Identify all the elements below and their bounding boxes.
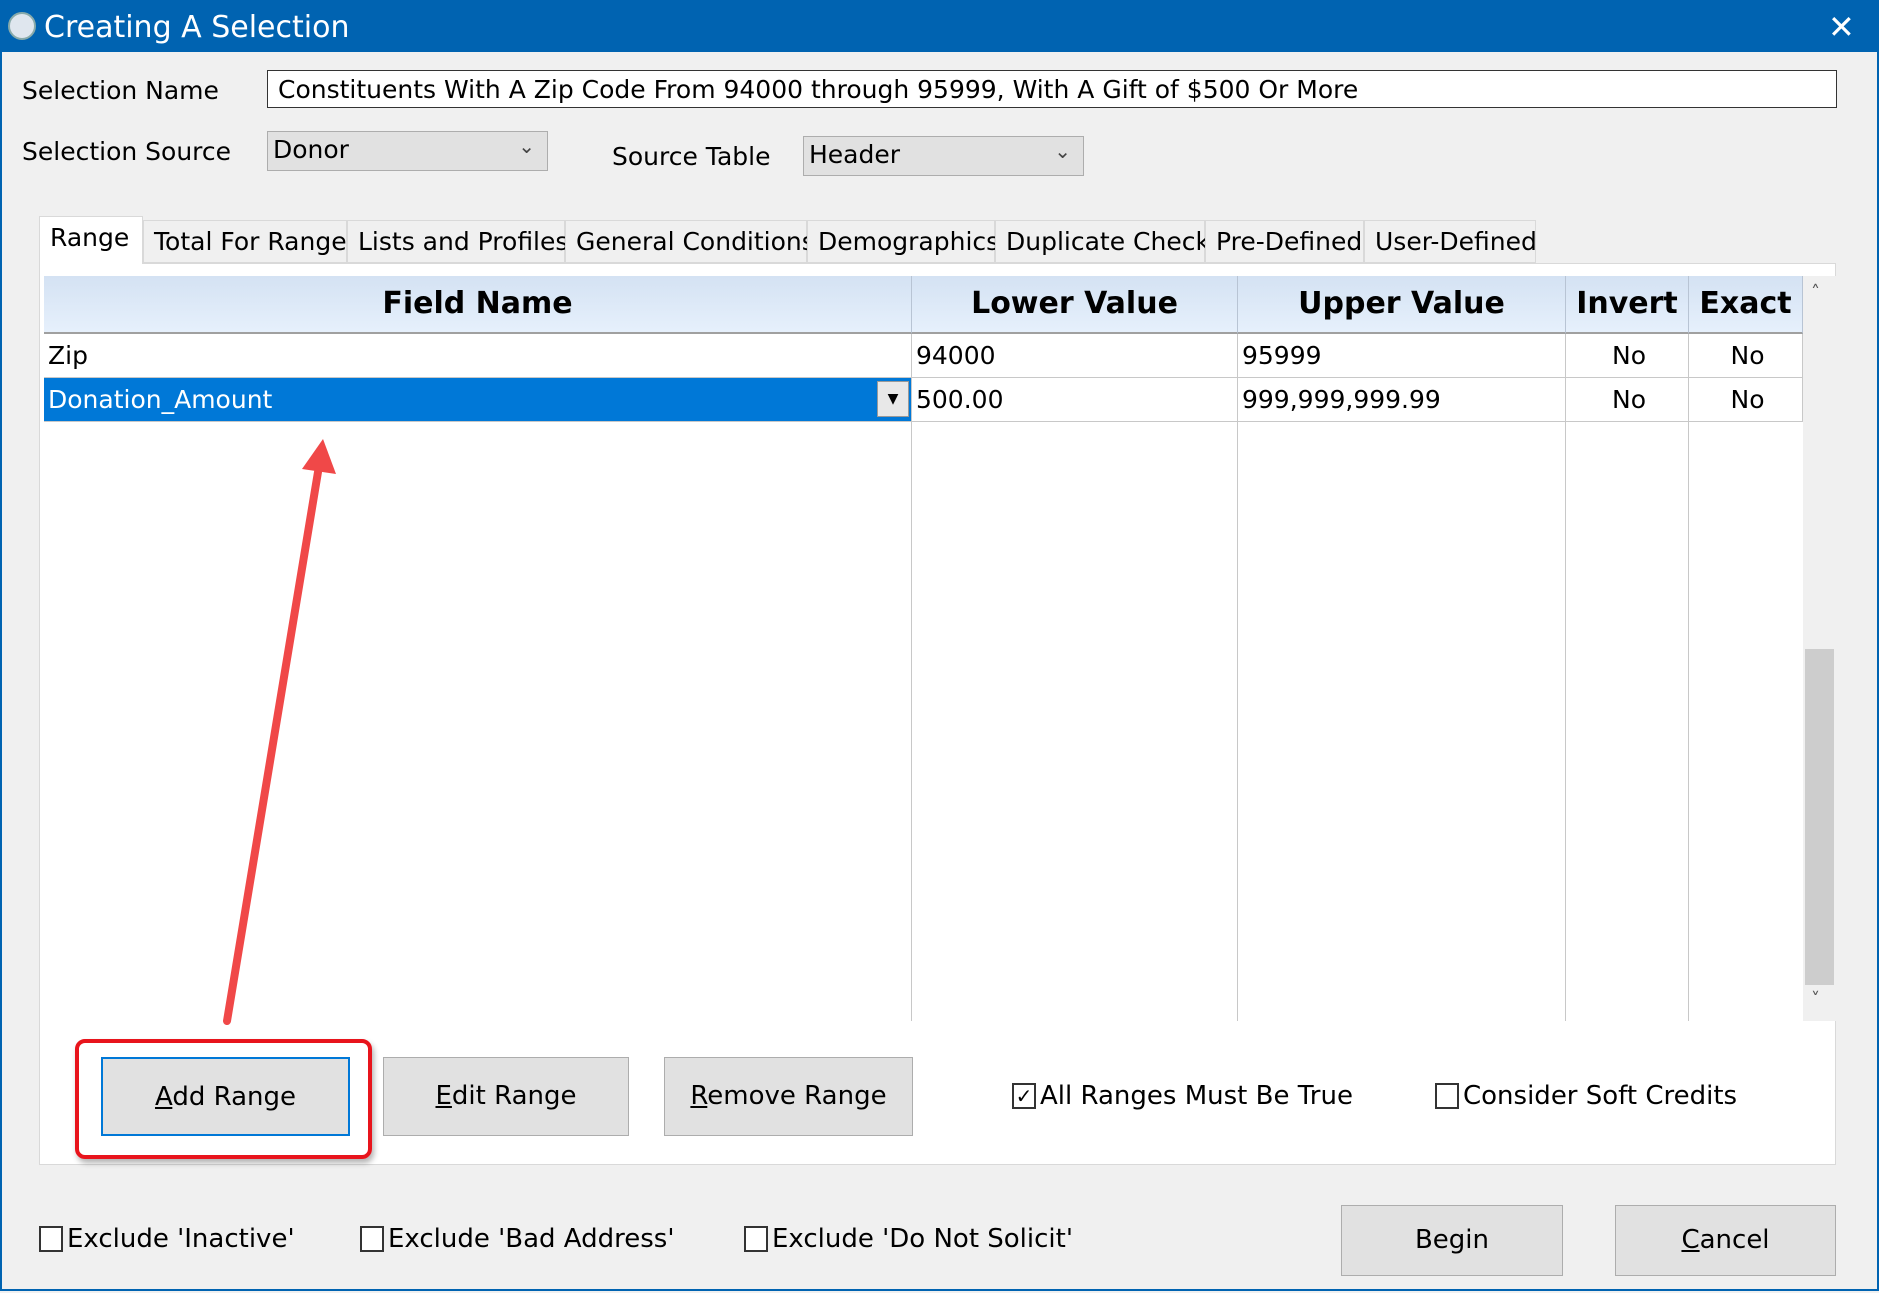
tab-duplicate-check[interactable]: Duplicate Check (995, 220, 1210, 263)
column-header-lower-value[interactable]: Lower Value (912, 276, 1238, 334)
cell-exact[interactable]: No (1689, 378, 1803, 422)
exclude-do-not-solicit-checkbox[interactable]: Exclude 'Do Not Solicit' (744, 1224, 1073, 1254)
selection-name-label: Selection Name (22, 76, 219, 105)
vertical-scrollbar[interactable]: ˄ ˅ (1803, 276, 1836, 1021)
checkbox-label: Exclude 'Bad Address' (388, 1224, 675, 1254)
cancel-button[interactable]: Cancel (1615, 1205, 1836, 1276)
cell-field-name[interactable]: Zip (44, 334, 912, 378)
column-divider (1688, 422, 1689, 1021)
selection-source-select[interactable]: Donor ⌄ (267, 131, 548, 171)
checkbox-label: All Ranges Must Be True (1040, 1081, 1353, 1111)
selection-source-label: Selection Source (22, 137, 232, 166)
button-label: dit Range (451, 1081, 577, 1111)
cell-upper-value[interactable]: 95999 (1238, 334, 1566, 378)
consider-soft-credits-checkbox[interactable]: Consider Soft Credits (1435, 1081, 1737, 1111)
checkbox-label: Consider Soft Credits (1463, 1081, 1738, 1111)
checkbox-label: Exclude 'Inactive' (67, 1224, 295, 1254)
chevron-down-icon: ⌄ (518, 134, 535, 158)
cell-field-name-selected[interactable]: Donation_Amount ▼ (44, 378, 912, 422)
source-table-select[interactable]: Header ⌄ (803, 136, 1084, 176)
button-label: ancel (1699, 1225, 1770, 1255)
edit-range-button[interactable]: Edit Range (383, 1057, 629, 1136)
field-name-value: Donation_Amount (48, 385, 273, 414)
cell-lower-value[interactable]: 94000 (912, 334, 1238, 378)
add-range-button[interactable]: Add Range (101, 1057, 350, 1136)
column-divider (1565, 422, 1566, 1021)
checkbox-box[interactable] (39, 1226, 63, 1252)
selection-name-input[interactable]: Constituents With A Zip Code From 94000 … (267, 70, 1837, 108)
tab-total-for-range[interactable]: Total For Range (143, 220, 347, 263)
exclude-inactive-checkbox[interactable]: Exclude 'Inactive' (39, 1224, 295, 1254)
cell-upper-value[interactable]: 999,999,999.99 (1238, 378, 1566, 422)
accelerator-key: R (690, 1081, 708, 1111)
checkbox-box[interactable] (744, 1226, 768, 1252)
tab-lists-and-profiles[interactable]: Lists and Profiles (347, 220, 568, 263)
tab-range[interactable]: Range (39, 216, 143, 264)
cell-exact[interactable]: No (1689, 334, 1803, 378)
accelerator-key: C (1681, 1225, 1700, 1255)
tab-demographics[interactable]: Demographics (807, 220, 999, 263)
window-title: Creating A Selection (44, 10, 350, 45)
dropdown-arrow-icon[interactable]: ▼ (877, 381, 909, 417)
tab-general-conditions[interactable]: General Conditions (565, 220, 815, 263)
cell-invert[interactable]: No (1566, 378, 1689, 422)
scroll-down-icon[interactable]: ˅ (1811, 989, 1820, 1010)
column-divider (1237, 422, 1238, 1021)
all-ranges-must-be-true-checkbox[interactable]: ✓ All Ranges Must Be True (1012, 1081, 1353, 1111)
source-table-label: Source Table (612, 142, 771, 171)
tab-pre-defined[interactable]: Pre-Defined (1205, 220, 1364, 263)
scrollbar-thumb[interactable] (1805, 649, 1834, 985)
button-label: emove Range (707, 1081, 887, 1111)
checkbox-box[interactable] (360, 1226, 384, 1252)
title-bar: Creating A Selection ✕ (2, 2, 1879, 52)
exclude-bad-address-checkbox[interactable]: Exclude 'Bad Address' (360, 1224, 675, 1254)
remove-range-button[interactable]: Remove Range (664, 1057, 913, 1136)
cell-lower-value[interactable]: 500.00 (912, 378, 1238, 422)
close-icon[interactable]: ✕ (1828, 8, 1855, 46)
checkbox-label: Exclude 'Do Not Solicit' (772, 1224, 1073, 1254)
app-icon (8, 12, 36, 40)
button-label: dd Range (172, 1082, 297, 1112)
column-header-invert[interactable]: Invert (1566, 276, 1689, 334)
cell-invert[interactable]: No (1566, 334, 1689, 378)
column-header-exact[interactable]: Exact (1689, 276, 1803, 334)
accelerator-key: A (154, 1082, 173, 1112)
column-header-upper-value[interactable]: Upper Value (1238, 276, 1566, 334)
selection-source-value: Donor (273, 135, 349, 164)
begin-button[interactable]: Begin (1341, 1205, 1563, 1276)
checkbox-box[interactable] (1435, 1083, 1459, 1109)
scroll-up-icon[interactable]: ˄ (1811, 282, 1820, 303)
source-table-value: Header (809, 140, 901, 169)
tab-user-defined[interactable]: User-Defined (1364, 220, 1537, 263)
chevron-down-icon: ⌄ (1054, 139, 1071, 163)
checkmark-icon[interactable]: ✓ (1012, 1083, 1036, 1109)
column-divider (911, 422, 912, 1021)
accelerator-key: E (435, 1081, 452, 1111)
column-header-field-name[interactable]: Field Name (44, 276, 912, 334)
